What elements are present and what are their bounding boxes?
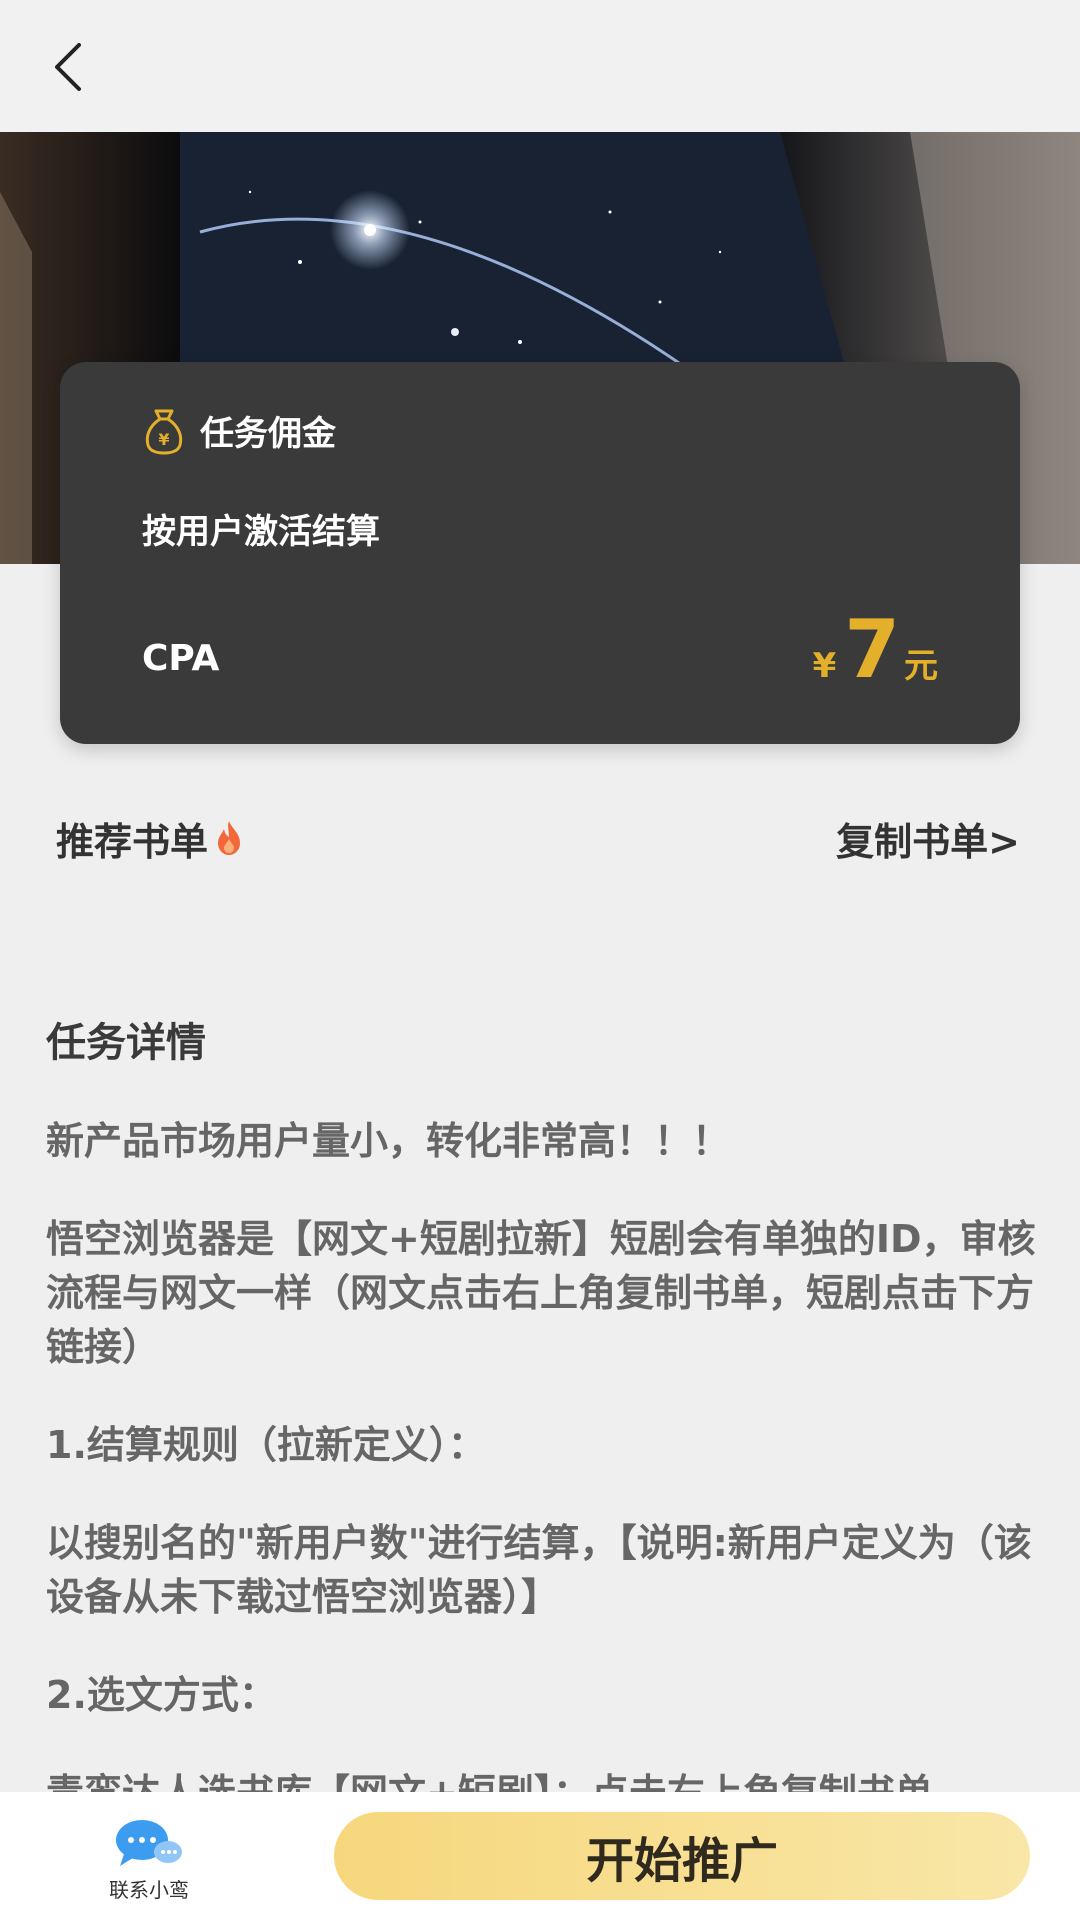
start-promotion-button[interactable]: 开始推广 (334, 1812, 1030, 1900)
recommend-row: 推荐书单 复制书单> (56, 808, 1020, 868)
card-title: 任务佣金 (200, 414, 336, 454)
currency-symbol: ¥ (812, 646, 837, 686)
recommend-label: 推荐书单 (56, 819, 209, 864)
contact-label: 联系小鸾 (109, 1878, 189, 1902)
fire-icon (218, 821, 241, 855)
detail-paragraph: 以搜别名的"新用户数"进行结算，【说明:新用户定义为（该设备从未下载过悟空浏览器… (46, 1521, 1032, 1619)
back-button[interactable] (22, 22, 112, 112)
billing-type: CPA (142, 638, 220, 679)
page: ¥ 任务佣金 按用户激活结算 CPA ¥ 7 元 推荐书单 复制书单> 任务详情… (0, 0, 1080, 1920)
bottom-action-bar: 联系小鸾 开始推广 (0, 1792, 1080, 1920)
task-detail: 任务详情 新产品市场用户量小，转化非常高！！！ 悟空浏览器是【网文+短剧拉新】短… (46, 1016, 1036, 1864)
chevron-left-icon (55, 43, 81, 91)
top-bar (0, 0, 1080, 132)
price-amount: 7 (844, 603, 900, 696)
commission-price: ¥ 7 元 (813, 610, 938, 690)
detail-paragraph: 1.结算规则（拉新定义）： (46, 1423, 486, 1467)
contact-button[interactable]: 联系小鸾 (84, 1818, 214, 1908)
copy-booklist-link[interactable]: 复制书单> (836, 811, 1020, 866)
detail-paragraph: 2.选文方式： (46, 1673, 277, 1717)
card-title-row: ¥ 任务佣金 (142, 406, 336, 455)
commission-card: ¥ 任务佣金 按用户激活结算 CPA ¥ 7 元 (60, 362, 1020, 744)
price-unit: 元 (904, 646, 938, 686)
detail-paragraph: 新产品市场用户量小，转化非常高！！！ (46, 1119, 731, 1163)
detail-heading: 任务详情 (46, 1020, 206, 1066)
svg-text:¥: ¥ (158, 430, 169, 449)
detail-paragraph: 悟空浏览器是【网文+短剧拉新】短剧会有单独的ID，审核流程与网文一样（网文点击右… (46, 1217, 1036, 1369)
settlement-method: 按用户激活结算 (142, 512, 380, 552)
money-bag-icon: ¥ (145, 409, 183, 454)
recommend-title: 推荐书单 (56, 811, 246, 866)
chat-bubbles-icon (116, 1820, 182, 1866)
